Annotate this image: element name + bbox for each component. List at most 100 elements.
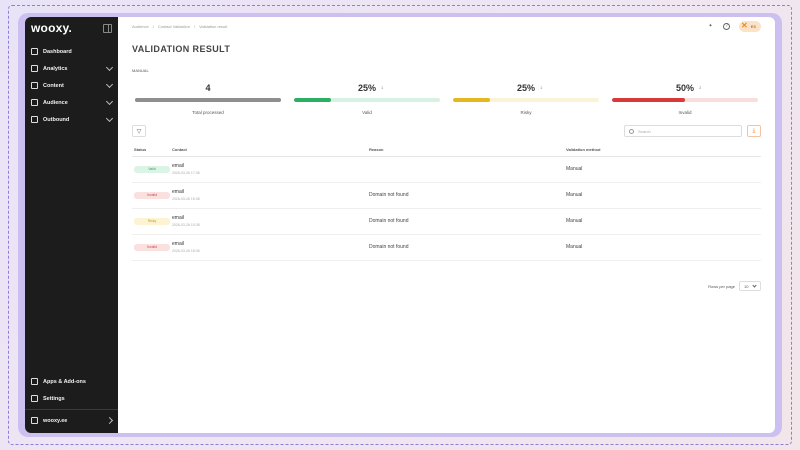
table-row[interactable]: Invalid email 2026-03-26 15:38 Domain not…: [132, 182, 761, 209]
workspace-switcher[interactable]: wooxy.ee: [25, 412, 118, 429]
chevron-right-icon: [105, 416, 114, 425]
table-row[interactable]: Valid email 2026-03-26 17:36 Manual: [132, 156, 761, 183]
method-cell: Manual: [566, 182, 761, 209]
sidebar-item-label: Settings: [43, 395, 65, 402]
column-header-status[interactable]: Status: [132, 143, 172, 157]
logo-row: wooxy.: [25, 17, 118, 39]
stat-label: Total processed: [192, 110, 224, 115]
status-cell: Valid: [132, 156, 172, 183]
filter-button[interactable]: ▽: [132, 125, 146, 137]
chevron-down-icon: [105, 63, 114, 71]
chevron-down-icon: [752, 282, 757, 288]
right-tools: Search ⤓: [624, 125, 761, 137]
stat-invalid: 50% 2 Invalid: [612, 83, 758, 115]
contact-date: 2026-03-26 18:36: [172, 249, 200, 253]
sidebar-item-apps[interactable]: Apps & Add-ons: [25, 373, 118, 390]
sidebar-item-dashboard[interactable]: Dashboard: [25, 43, 118, 60]
contact-date: 2026-03-26 15:38: [172, 197, 200, 201]
stat-value: 4: [135, 83, 281, 95]
content-icon: [31, 82, 38, 89]
breadcrumb: Audience / Contact Validation / Validati…: [132, 24, 227, 29]
download-button[interactable]: ⤓: [747, 125, 761, 137]
breadcrumb-contact-validation[interactable]: Contact Validation: [158, 24, 190, 29]
reason-cell: Domain not found: [369, 182, 566, 209]
column-header-reason[interactable]: Reason: [369, 143, 566, 157]
stat-bar-fill: [453, 98, 490, 102]
column-header-method[interactable]: Validation method: [566, 143, 761, 157]
sidebar-item-label: Outbound: [43, 116, 70, 123]
stat-number: 25%: [357, 83, 376, 93]
rows-per-page-value: 10: [744, 283, 749, 289]
main-content: Audience / Contact Validation / Validati…: [118, 17, 775, 433]
stat-risky: 25% 1 Risky: [453, 83, 599, 115]
send-icon: [31, 116, 38, 123]
filter-icon: ▽: [136, 128, 142, 135]
avatar-initials: ES: [750, 23, 757, 29]
stat-bar: [294, 98, 440, 102]
rows-per-page-select[interactable]: 10: [739, 281, 761, 291]
stat-count: 1: [540, 85, 543, 90]
sidebar-item-label: Apps & Add-ons: [43, 378, 86, 385]
stat-value: 25% 1: [453, 83, 599, 95]
chart-icon: [31, 65, 38, 72]
contact-cell: email 2026-03-26 17:36: [172, 156, 369, 183]
stats-row: 4 Total processed 25% 1 Valid 25% 1 Risky …: [132, 83, 761, 115]
status-badge: Invalid: [134, 243, 170, 251]
sidebar-item-outbound[interactable]: Outbound: [25, 111, 118, 128]
download-icon: ⤓: [752, 127, 756, 134]
contact-cell: email 2026-03-26 18:36: [172, 234, 369, 261]
top-bar: Audience / Contact Validation / Validati…: [132, 17, 761, 35]
stat-number: 25%: [516, 83, 535, 93]
stat-valid: 25% 1 Valid: [294, 83, 440, 115]
contact-email: email: [172, 189, 184, 195]
sidebar-item-label: Analytics: [43, 65, 68, 72]
search-input[interactable]: Search: [624, 125, 742, 137]
contact-email: email: [172, 163, 184, 169]
workspace-name: wooxy.ee: [43, 417, 68, 424]
contact-cell: email 2026-03-26 15:38: [172, 208, 369, 235]
collapse-sidebar-icon[interactable]: [103, 23, 112, 33]
section-label: MANUAL: [132, 68, 149, 73]
stat-bar: [612, 98, 758, 102]
stat-value: 50% 2: [612, 83, 758, 95]
contact-email: email: [172, 241, 184, 247]
status-badge: Valid: [134, 165, 170, 173]
workspace-icon: [31, 417, 38, 424]
translate-icon[interactable]: ✦: [707, 23, 714, 30]
sidebar-item-label: Dashboard: [43, 48, 72, 55]
sidebar-item-settings[interactable]: Settings: [25, 390, 118, 407]
logo: wooxy.: [31, 21, 72, 35]
breadcrumb-current: Validation result: [199, 23, 228, 29]
contact-cell: email 2026-03-26 15:38: [172, 182, 369, 209]
stat-count: 1: [381, 85, 384, 90]
stat-count: 2: [699, 85, 702, 90]
column-header-contact[interactable]: Contact: [172, 143, 369, 157]
method-cell: Manual: [566, 156, 761, 183]
chevron-down-icon: [105, 80, 114, 88]
person-icon: [31, 99, 38, 106]
sidebar-bottom: Apps & Add-ons Settings wooxy.ee: [25, 373, 118, 433]
breadcrumb-separator: /: [152, 23, 154, 29]
method-cell: Manual: [566, 234, 761, 261]
avatar[interactable]: ✕ ES: [739, 20, 761, 32]
stat-value: 25% 1: [294, 83, 440, 95]
contact-date: 2026-03-26 17:36: [172, 171, 200, 175]
stat-bar-fill: [135, 98, 281, 102]
top-icons: ✦ ? ✕ ES: [707, 20, 761, 32]
sidebar-item-analytics[interactable]: Analytics: [25, 60, 118, 77]
sidebar-item-label: Audience: [43, 99, 68, 106]
chevron-down-icon: [105, 97, 114, 105]
sidebar-item-audience[interactable]: Audience: [25, 94, 118, 111]
contact-email: email: [172, 215, 184, 221]
rows-per-page-label: Rows per page: [708, 283, 735, 289]
table-row[interactable]: Risky email 2026-03-26 15:38 Domain not f…: [132, 208, 761, 235]
breadcrumb-audience[interactable]: Audience: [132, 24, 149, 29]
status-cell: Risky: [132, 208, 172, 235]
table-row[interactable]: Invalid email 2026-03-26 18:36 Domain not…: [132, 234, 761, 261]
sidebar-item-content[interactable]: Content: [25, 77, 118, 94]
table-header-row: Status Contact Reason Validation method: [132, 143, 761, 157]
status-cell: Invalid: [132, 182, 172, 209]
sidebar-nav: Dashboard Analytics Content Audience Out…: [25, 43, 118, 128]
help-icon[interactable]: ?: [723, 22, 730, 30]
status-cell: Invalid: [132, 234, 172, 261]
